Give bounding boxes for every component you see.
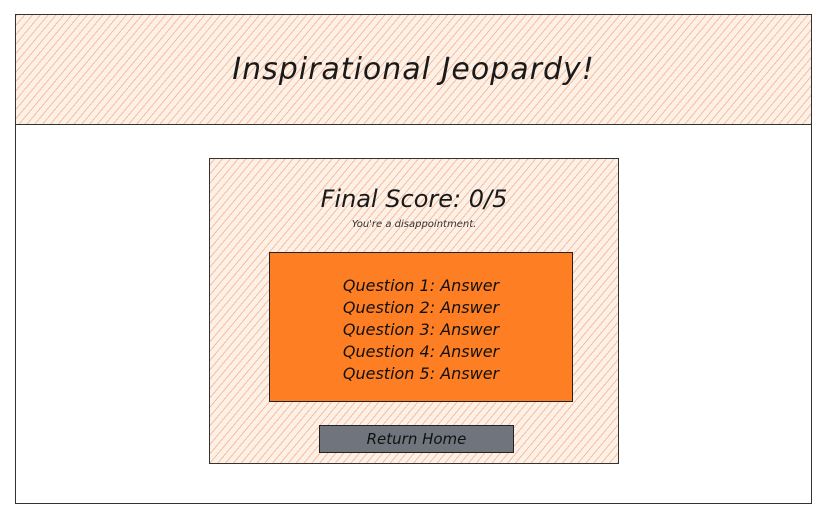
- answer-label: Answer: [440, 298, 500, 317]
- answer-row: Question 4: Answer: [343, 341, 499, 363]
- header-banner: Inspirational Jeopardy!: [16, 15, 811, 125]
- answer-row: Question 5: Answer: [343, 363, 499, 385]
- app-title: Inspirational Jeopardy!: [232, 52, 595, 87]
- question-label: Question 4:: [342, 342, 436, 361]
- question-label: Question 5:: [342, 364, 436, 383]
- answer-label: Answer: [440, 276, 500, 295]
- answer-label: Answer: [440, 342, 500, 361]
- score-message: You're a disappointment.: [351, 219, 477, 230]
- answer-label: Answer: [440, 320, 500, 339]
- answer-row: Question 2: Answer: [343, 297, 499, 319]
- answer-row: Question 3: Answer: [343, 319, 499, 341]
- score-panel: Final Score: 0/5 You're a disappointment…: [209, 158, 619, 464]
- answer-label: Answer: [440, 364, 500, 383]
- question-label: Question 1:: [342, 276, 436, 295]
- question-label: Question 2:: [342, 298, 436, 317]
- return-home-button[interactable]: Return Home: [319, 425, 514, 453]
- answer-row: Question 1: Answer: [343, 275, 499, 297]
- answers-box: Question 1: Answer Question 2: Answer Qu…: [269, 252, 573, 402]
- question-label: Question 3:: [342, 320, 436, 339]
- final-score: Final Score: 0/5: [320, 185, 508, 213]
- app-window: Inspirational Jeopardy! Final Score: 0/5…: [15, 14, 812, 504]
